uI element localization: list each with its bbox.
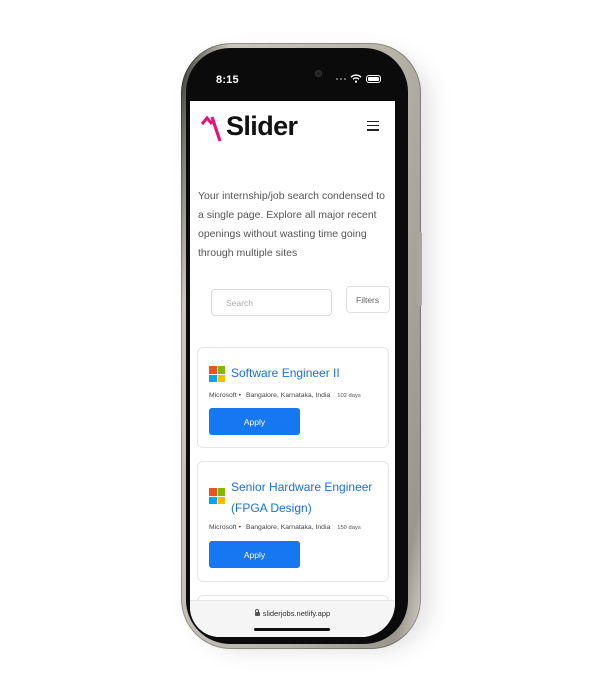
signal-icon (336, 77, 346, 80)
home-indicator[interactable] (254, 628, 330, 631)
job-age: 102 days (337, 392, 361, 399)
meta-separator: • (238, 524, 241, 531)
status-bar: 8:15 (190, 54, 395, 101)
apply-button[interactable]: Apply (209, 541, 300, 568)
job-location: Bangalore, Karnataka, India (245, 392, 331, 399)
filters-button[interactable]: Filters (346, 286, 390, 313)
tagline: Your internship/job search condensed to … (198, 190, 385, 259)
job-company: Microsoft (209, 392, 237, 399)
url-text: sliderjobs.netlify.app (262, 609, 331, 618)
hamburger-menu-icon[interactable] (367, 121, 379, 131)
microsoft-logo-icon (209, 366, 225, 382)
logo[interactable]: Slider (200, 109, 298, 143)
job-card: Senior Hardware Engineer (FPGA Design) M… (197, 461, 389, 582)
logo-text: Slider (226, 110, 298, 141)
search-input[interactable] (211, 289, 332, 316)
job-card: Software Engineer II Microsoft • Bangalo… (197, 347, 389, 448)
site-header: Slider (198, 109, 388, 147)
job-location: Bangalore, Karnataka, India (245, 524, 331, 531)
job-title-link[interactable]: Senior Hardware Engineer (FPGA Design) (231, 477, 381, 519)
logo-mark-icon (200, 115, 222, 142)
camera-icon (315, 70, 322, 77)
meta-separator: • (238, 392, 241, 399)
job-title-link[interactable]: Software Engineer II (231, 363, 381, 384)
url-display[interactable]: sliderjobs.netlify.app (190, 609, 395, 618)
side-button (417, 232, 422, 306)
job-meta: Microsoft • Bangalore, Karnataka, India … (209, 524, 361, 531)
job-company: Microsoft (209, 524, 237, 531)
browser-address-bar[interactable]: sliderjobs.netlify.app (190, 600, 395, 637)
phone-screen: Slider Your internship/job search conden… (190, 101, 395, 637)
job-age: 150 days (337, 524, 361, 531)
wifi-icon (350, 74, 362, 83)
status-time: 8:15 (216, 74, 239, 86)
status-icons (336, 74, 381, 83)
microsoft-logo-icon (209, 488, 225, 504)
lock-icon (254, 609, 260, 616)
job-meta: Microsoft • Bangalore, Karnataka, India … (209, 392, 361, 399)
job-title-row: Senior Hardware Engineer (FPGA Design) (209, 480, 381, 519)
apply-button[interactable]: Apply (209, 408, 300, 435)
job-title-row: Software Engineer II (209, 366, 381, 384)
battery-icon (366, 74, 381, 83)
